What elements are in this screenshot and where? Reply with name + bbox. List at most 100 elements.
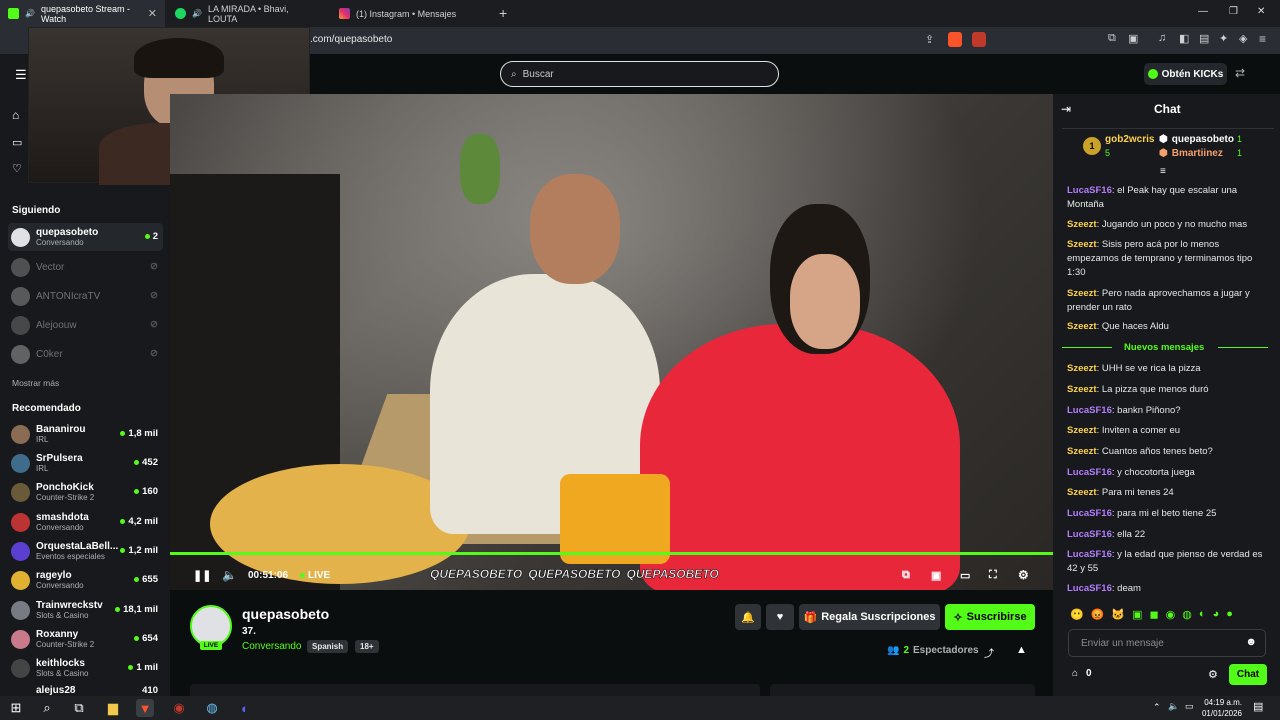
minimize-button[interactable]: — xyxy=(1198,6,1208,17)
top-gifter-3[interactable]: ⬢ Bmartiinez xyxy=(1159,148,1223,159)
top-gifter-2[interactable]: ⬢ quepasobeto xyxy=(1159,134,1234,145)
gift-subscriptions-button[interactable]: 🎁 Regala Suscripciones xyxy=(799,604,940,630)
menu-icon[interactable]: ≡ xyxy=(1259,32,1266,46)
channel-points[interactable]: ⌂ 0 xyxy=(1072,668,1092,679)
channel-category: Conversando xyxy=(36,580,84,590)
sidebar-channel-antonicratv[interactable]: ANTONIcraTV ⊘ xyxy=(8,282,163,310)
send-chat-button[interactable]: Chat xyxy=(1229,664,1267,685)
kick-emote-icon[interactable]: ▣ xyxy=(1132,608,1142,621)
tag-mature[interactable]: 18+ xyxy=(355,640,379,653)
theater-mode-icon[interactable]: ▭ xyxy=(960,569,970,582)
sidebar-channel-orquestalabell[interactable]: OrquestaLaBell... Eventos especiales 1,2 … xyxy=(8,537,163,565)
emote-icon[interactable]: 😡 xyxy=(1091,608,1105,621)
subscribe-button[interactable]: ✧ Suscribirse xyxy=(945,604,1035,630)
home-icon[interactable]: ⌂ xyxy=(12,108,19,122)
kick-emote-icon[interactable]: ◍ xyxy=(1182,608,1192,621)
sidebar-channel-alejoouw[interactable]: Alejoouw ⊘ xyxy=(8,311,163,339)
tag-spanish[interactable]: Spanish xyxy=(307,640,349,653)
hamburger-menu-icon[interactable]: ☰ xyxy=(15,67,27,83)
emote-icon[interactable]: 😶 xyxy=(1070,608,1084,621)
report-icon[interactable]: ▲ xyxy=(1016,644,1027,656)
vpn-icon[interactable]: ◈ xyxy=(1239,32,1247,45)
url-field[interactable]: .com/quepasobeto xyxy=(310,34,392,45)
kick-emote-icon[interactable]: ◕ xyxy=(1213,608,1220,621)
sidebar-channel-keithlocks[interactable]: keithlocks Slots & Casino 1 mil xyxy=(8,654,163,682)
task-view-icon[interactable]: ⧉ xyxy=(70,699,88,717)
follow-heart-button[interactable]: ♥ xyxy=(766,604,794,630)
fullscreen-icon[interactable]: ⛶ xyxy=(989,569,997,582)
share-icon[interactable]: ⤴ xyxy=(984,645,994,660)
kick-emote-icon[interactable]: ◉ xyxy=(1166,608,1176,621)
following-heart-icon[interactable]: ♡ xyxy=(12,162,22,175)
sign-in-icon[interactable]: ⇄ xyxy=(1235,66,1245,80)
network-tray-icon[interactable]: ▭ xyxy=(1185,701,1194,712)
search-input[interactable]: ⌕ Buscar xyxy=(500,61,779,87)
pause-button[interactable]: ❚❚ xyxy=(193,569,211,582)
chat-settings-icon[interactable]: ⚙ xyxy=(1208,668,1218,681)
sidebar-channel-roxanny[interactable]: Roxanny Counter-Strike 2 654 xyxy=(8,625,163,653)
sidebar-channel-alejus28[interactable]: alejus28 410 xyxy=(8,684,163,696)
share-icon[interactable]: ⇪ xyxy=(925,33,934,46)
live-indicator[interactable]: LIVE xyxy=(300,570,330,581)
stream-category-link[interactable]: Conversando xyxy=(242,641,301,652)
show-more-link[interactable]: Mostrar más xyxy=(12,378,59,388)
notifications-bell-button[interactable]: 🔔 xyxy=(735,604,761,630)
screenshot-icon[interactable]: ▣ xyxy=(1128,32,1138,45)
extensions-icon[interactable]: ⧉ xyxy=(1108,32,1116,45)
browser-tab-spotify[interactable]: 🔊 LA MIRADA • Bhavi, LOUTA xyxy=(167,0,327,27)
sidebar-channel-rageylo[interactable]: rageylo Conversando 655 xyxy=(8,566,163,594)
sidebar-channel-trainwreckstv[interactable]: Trainwreckstv Slots & Casino 18,1 mil xyxy=(8,596,163,624)
top-gifter-name[interactable]: gob2wcris xyxy=(1105,134,1154,145)
kick-emote-icon[interactable]: ◐ xyxy=(1199,608,1206,621)
clip-icon[interactable]: ▣ xyxy=(931,569,941,582)
file-explorer-icon[interactable]: ▆ xyxy=(104,699,122,717)
close-tab-icon[interactable]: ✕ xyxy=(148,7,157,20)
channel-name[interactable]: quepasobeto xyxy=(242,606,329,622)
windows-start-icon[interactable]: ⊞ xyxy=(7,699,25,717)
brave-browser-icon[interactable]: ▼ xyxy=(136,699,154,717)
discord-icon[interactable]: ◐ xyxy=(236,699,254,717)
channel-category: IRL xyxy=(36,463,49,473)
chat-message-input[interactable]: Enviar un mensaje ☻ xyxy=(1068,629,1266,657)
settings-gear-icon[interactable]: ⚙ xyxy=(1018,568,1029,582)
wallet-icon[interactable]: ▤ xyxy=(1199,32,1209,45)
close-window-button[interactable]: ✕ xyxy=(1257,6,1265,17)
brave-rewards-icon[interactable] xyxy=(972,32,986,47)
search-icon[interactable]: ⌕ xyxy=(38,699,56,717)
browser-tab-kick[interactable]: 🔊 quepasobeto Stream - Watch ✕ xyxy=(0,0,165,27)
chat-message: LucaSF16: y la edad que pienso de verdad… xyxy=(1067,549,1263,574)
sidebar-channel-quepasobeto[interactable]: quepasobeto Conversando 2 xyxy=(8,223,163,251)
kick-emote-icon[interactable]: ● xyxy=(1226,608,1233,621)
volume-icon[interactable]: 🔈 xyxy=(222,568,237,582)
miniplayer-icon[interactable]: ⧉ xyxy=(902,569,910,582)
emote-icon[interactable]: 🐱 xyxy=(1111,608,1125,621)
emoji-picker-icon[interactable]: ☻ xyxy=(1245,636,1257,648)
new-tab-button[interactable]: + xyxy=(499,5,507,21)
leo-icon[interactable]: ✦ xyxy=(1219,32,1228,45)
get-kicks-button[interactable]: Obtén KICKs xyxy=(1144,63,1227,85)
app-icon[interactable]: ◉ xyxy=(170,699,188,717)
brave-shield-icon[interactable] xyxy=(948,32,962,47)
taskbar xyxy=(0,696,1280,720)
media-icon[interactable]: ♫ xyxy=(1158,32,1166,44)
expand-leaderboard-icon[interactable]: ≡ xyxy=(1160,166,1166,177)
steam-icon[interactable]: ◍ xyxy=(203,699,221,717)
maximize-button[interactable]: ❐ xyxy=(1229,6,1238,17)
video-player[interactable]: QUEPASOBETO QUEPASOBETO QUEPASOBETO xyxy=(170,94,1053,590)
notifications-icon[interactable]: ▤ xyxy=(1253,700,1263,713)
sidebar-channel-srpulsera[interactable]: SrPulsera IRL 452 xyxy=(8,449,163,477)
kick-emote-icon[interactable]: ◼ xyxy=(1150,608,1159,621)
sidebar-channel-smashdota[interactable]: smashdota Conversando 4,2 mil xyxy=(8,508,163,536)
channel-name: ANTONIcraTV xyxy=(36,290,101,302)
sidebar-toggle-icon[interactable]: ◧ xyxy=(1179,32,1189,45)
collapse-chat-icon[interactable]: ⇥ xyxy=(1061,102,1071,116)
sidebar-channel-ponchokick[interactable]: PonchoKick Counter-Strike 2 160 xyxy=(8,478,163,506)
clock[interactable]: 04:19 a.m. 01/01/2026 xyxy=(1200,697,1242,719)
tray-overflow-icon[interactable]: ⌃ xyxy=(1153,702,1161,713)
volume-tray-icon[interactable]: 🔈 xyxy=(1168,701,1179,712)
browser-tab-instagram[interactable]: (1) Instagram • Mensajes xyxy=(331,0,491,27)
sidebar-channel-c0ker[interactable]: C0ker ⊘ xyxy=(8,340,163,368)
browse-icon[interactable]: ▭ xyxy=(12,136,22,149)
sidebar-channel-vector[interactable]: Vector ⊘ xyxy=(8,253,163,281)
sidebar-channel-bananirou[interactable]: Bananirou IRL 1,8 mil xyxy=(8,420,163,448)
